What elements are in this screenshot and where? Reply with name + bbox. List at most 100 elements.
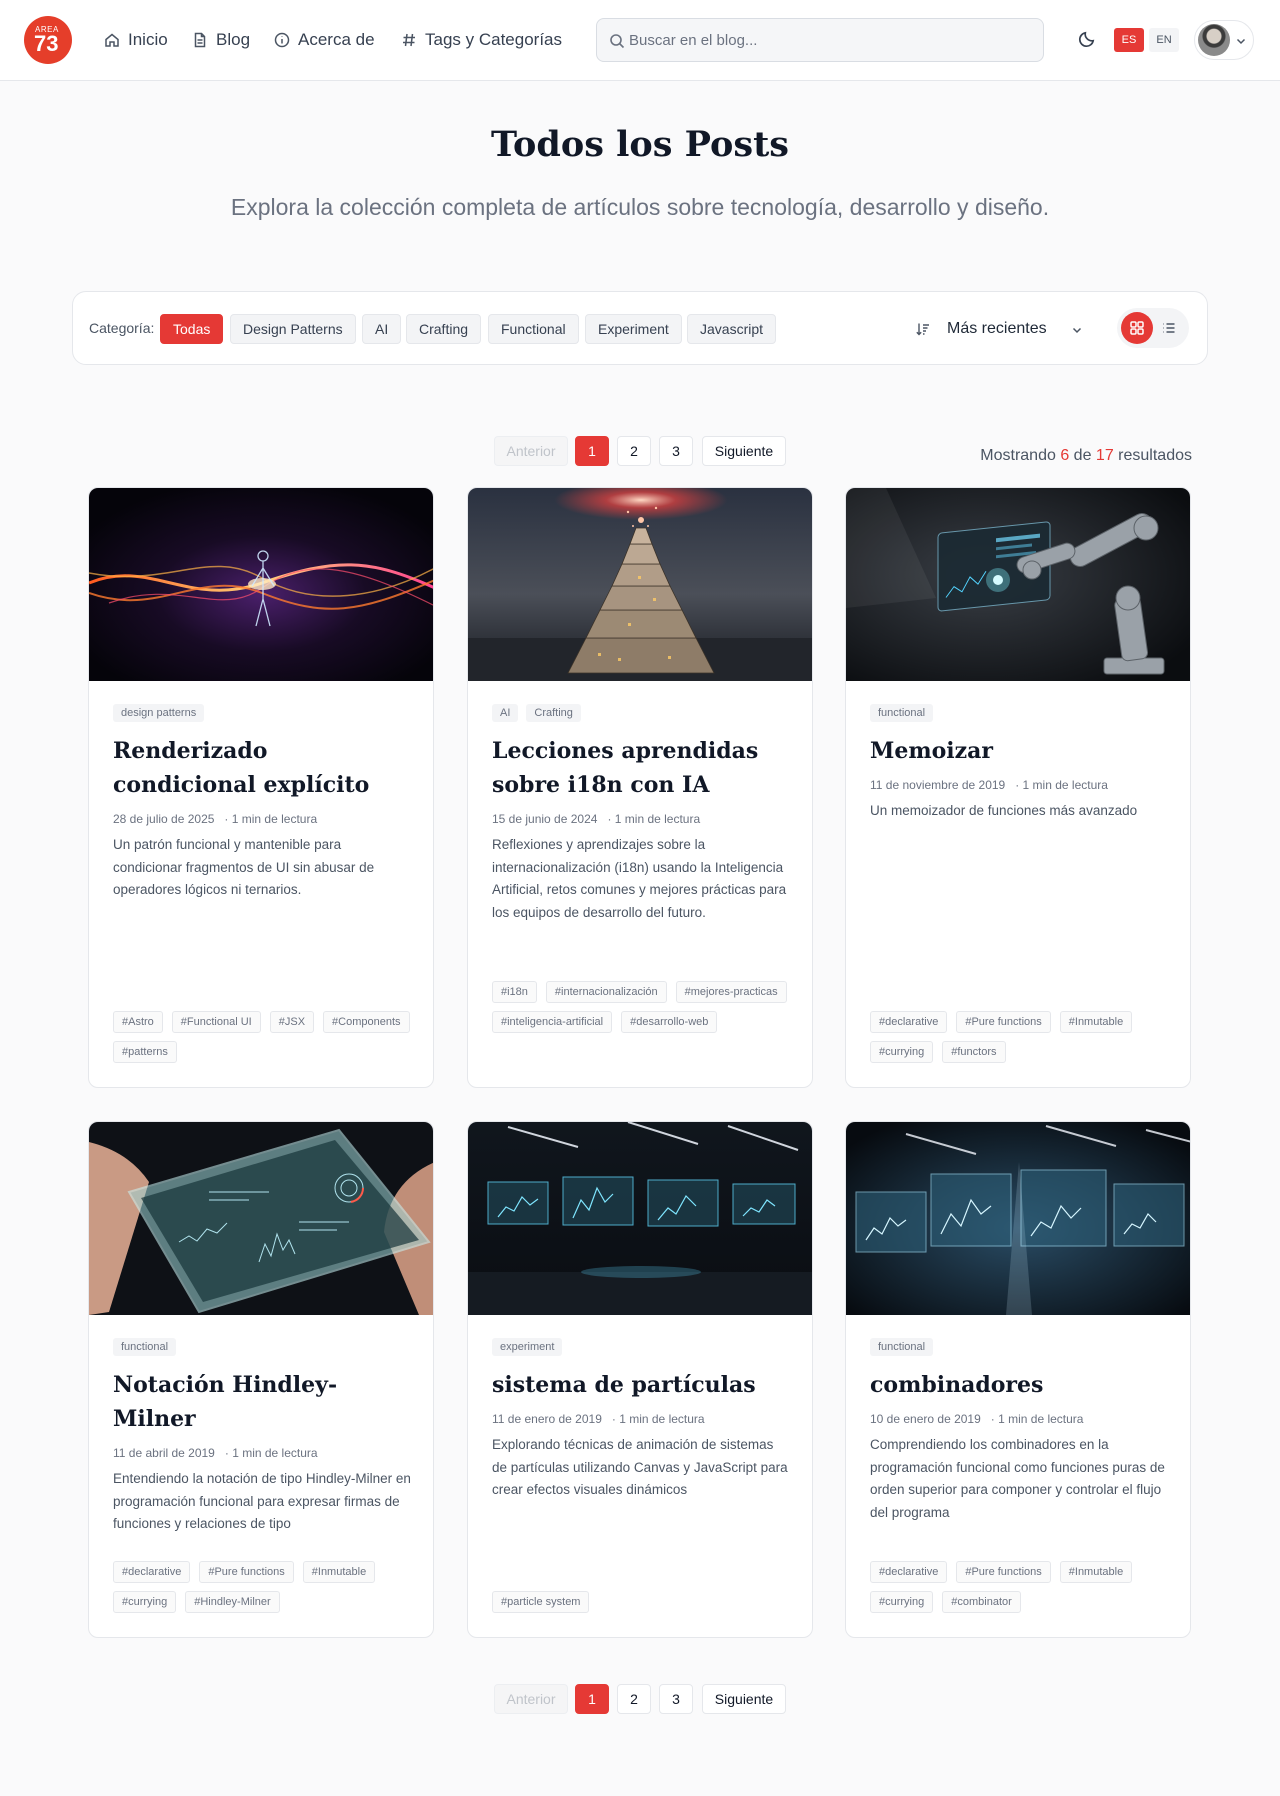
category-chip-design-patterns[interactable]: Design Patterns xyxy=(230,314,356,344)
search-box[interactable] xyxy=(596,18,1044,62)
post-body: functional Notación Hindley-Milner 11 de… xyxy=(113,1338,413,1536)
post-tag[interactable]: #combinator xyxy=(942,1591,1021,1613)
page-2-button[interactable]: 2 xyxy=(617,1684,651,1714)
post-body: AI Crafting Lecciones aprendidas sobre i… xyxy=(492,704,792,925)
post-tag[interactable]: #Astro xyxy=(113,1011,163,1033)
post-tag[interactable]: #Pure functions xyxy=(199,1561,294,1583)
filter-bar: Categoría: Todas Design Patterns AI Craf… xyxy=(72,291,1208,365)
prev-page-button[interactable]: Anterior xyxy=(494,436,568,466)
post-date: 11 de abril de 2019 xyxy=(113,1446,215,1460)
list-view-button[interactable] xyxy=(1153,312,1185,344)
results-total: 17 xyxy=(1095,447,1114,464)
post-tag[interactable]: #Pure functions xyxy=(956,1561,1051,1583)
post-tag[interactable]: #Pure functions xyxy=(956,1011,1051,1033)
post-tag[interactable]: #patterns xyxy=(113,1041,177,1063)
post-tag[interactable]: #Inmutable xyxy=(302,1561,376,1583)
post-card[interactable]: functional Memoizar 11 de noviembre de 2… xyxy=(845,487,1191,1088)
site-header: AREA 73 Inicio Blog Acerca de Tags y Cat… xyxy=(0,0,1280,81)
post-body: functional combinadores 10 de enero de 2… xyxy=(870,1338,1170,1525)
post-tag[interactable]: #inteligencia-artificial xyxy=(492,1011,613,1033)
post-tag[interactable]: #particle system xyxy=(492,1591,590,1613)
post-category-tag[interactable]: AI xyxy=(492,704,519,722)
post-date: 11 de noviembre de 2019 xyxy=(870,778,1006,792)
category-chip-javascript[interactable]: Javascript xyxy=(687,314,777,344)
post-tag[interactable]: #currying xyxy=(870,1591,934,1613)
post-categories: functional xyxy=(113,1338,413,1356)
prev-page-button[interactable]: Anterior xyxy=(494,1684,568,1714)
post-tag[interactable]: #currying xyxy=(113,1591,177,1613)
grid-view-button[interactable] xyxy=(1121,312,1153,344)
post-tag[interactable]: #Inmutable xyxy=(1059,1011,1133,1033)
post-tag[interactable]: #Hindley-Milner xyxy=(185,1591,280,1613)
page-3-button[interactable]: 3 xyxy=(659,1684,693,1714)
category-chip-todas[interactable]: Todas xyxy=(160,314,224,344)
post-title[interactable]: Memoizar xyxy=(870,734,1170,768)
post-tag[interactable]: #currying xyxy=(870,1041,934,1063)
category-chip-experiment[interactable]: Experiment xyxy=(585,314,682,344)
post-image-glass-tablet xyxy=(89,1122,433,1315)
sort-label: Más recientes xyxy=(947,320,1047,337)
nav-label: Acerca de xyxy=(298,30,375,49)
post-title[interactable]: Notación Hindley-Milner xyxy=(113,1368,413,1436)
category-chip-crafting[interactable]: Crafting xyxy=(406,314,482,344)
post-card[interactable]: design patterns Renderizado condicional … xyxy=(88,487,434,1088)
nav-tags[interactable]: Tags y Categorías xyxy=(401,28,562,52)
post-card[interactable]: functional Notación Hindley-Milner 11 de… xyxy=(88,1121,434,1638)
post-card[interactable]: experiment sistema de partículas 11 de e… xyxy=(467,1121,813,1638)
post-tag[interactable]: #Inmutable xyxy=(1059,1561,1133,1583)
post-category-tag[interactable]: design patterns xyxy=(113,704,205,722)
post-image-energy-figure xyxy=(89,488,433,681)
post-meta: 28 de julio de 2025 · 1 min de lectura xyxy=(113,812,413,826)
post-tag[interactable]: #declarative xyxy=(870,1011,948,1033)
info-icon xyxy=(274,32,290,48)
post-category-tag[interactable]: experiment xyxy=(492,1338,563,1356)
post-tag[interactable]: #mejores-practicas xyxy=(675,981,787,1003)
home-icon xyxy=(105,33,119,47)
post-tag[interactable]: #Functional UI xyxy=(171,1011,261,1033)
sort-select[interactable]: Más recientes xyxy=(947,314,1087,344)
lang-en-button[interactable]: EN xyxy=(1149,28,1179,52)
post-categories: functional xyxy=(870,704,1170,722)
post-title[interactable]: combinadores xyxy=(870,1368,1170,1402)
post-category-tag[interactable]: functional xyxy=(870,1338,934,1356)
post-category-tag[interactable]: functional xyxy=(113,1338,177,1356)
post-categories: design patterns xyxy=(113,704,413,722)
user-menu[interactable] xyxy=(1194,20,1254,60)
post-card[interactable]: functional combinadores 10 de enero de 2… xyxy=(845,1121,1191,1638)
post-title[interactable]: Renderizado condicional explícito xyxy=(113,734,413,802)
nav-acerca[interactable]: Acerca de xyxy=(274,28,375,52)
nav-blog[interactable]: Blog xyxy=(192,28,250,52)
post-tag[interactable]: #JSX xyxy=(269,1011,315,1033)
page-1-button[interactable]: 1 xyxy=(575,436,609,466)
category-chip-functional[interactable]: Functional xyxy=(488,314,579,344)
post-title[interactable]: Lecciones aprendidas sobre i18n con IA xyxy=(492,734,792,802)
next-page-button[interactable]: Siguiente xyxy=(702,1684,786,1714)
post-tag[interactable]: #declarative xyxy=(870,1561,948,1583)
post-category-tag[interactable]: Crafting xyxy=(526,704,581,722)
moon-icon[interactable] xyxy=(1078,30,1096,48)
post-tag[interactable]: #Components xyxy=(323,1011,410,1033)
search-input[interactable] xyxy=(629,29,1029,51)
next-page-button[interactable]: Siguiente xyxy=(702,436,786,466)
page-3-button[interactable]: 3 xyxy=(659,436,693,466)
document-icon xyxy=(194,32,206,48)
lang-es-button[interactable]: ES xyxy=(1114,28,1144,52)
post-meta: 11 de abril de 2019 · 1 min de lectura xyxy=(113,1446,413,1460)
post-category-tag[interactable]: functional xyxy=(870,704,934,722)
list-icon xyxy=(1163,323,1175,333)
post-tag[interactable]: #desarrollo-web xyxy=(621,1011,718,1033)
site-logo[interactable]: AREA 73 xyxy=(24,16,72,64)
post-card[interactable]: AI Crafting Lecciones aprendidas sobre i… xyxy=(467,487,813,1088)
post-title[interactable]: sistema de partículas xyxy=(492,1368,792,1402)
results-count: Mostrando 6 de 17 resultados xyxy=(980,447,1192,464)
post-tag[interactable]: #internacionalización xyxy=(545,981,667,1003)
category-chip-ai[interactable]: AI xyxy=(362,314,402,344)
post-tag[interactable]: #i18n xyxy=(492,981,537,1003)
chevron-down-icon xyxy=(1072,327,1082,334)
page-1-button[interactable]: 1 xyxy=(575,1684,609,1714)
page-2-button[interactable]: 2 xyxy=(617,436,651,466)
post-tags: #Astro #Functional UI #JSX #Components #… xyxy=(113,1011,413,1063)
post-tag[interactable]: #functors xyxy=(942,1041,1006,1063)
nav-inicio[interactable]: Inicio xyxy=(104,28,168,52)
post-tag[interactable]: #declarative xyxy=(113,1561,191,1583)
